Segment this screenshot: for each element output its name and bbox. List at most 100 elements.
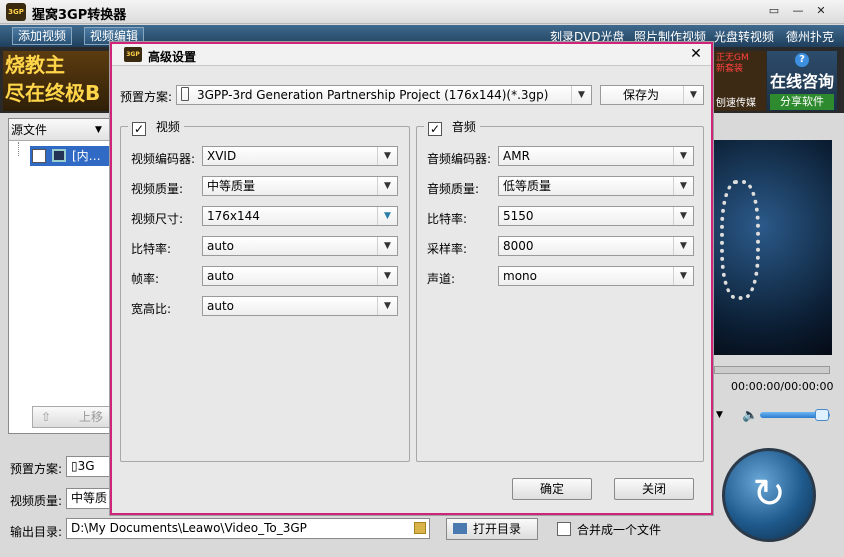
chevron-down-icon: ▼	[673, 177, 693, 195]
chevron-down-icon: ▼	[377, 177, 397, 195]
chevron-down-icon: ▼	[673, 237, 693, 255]
aspect-ratio-value: auto	[207, 299, 235, 313]
volume-knob[interactable]	[815, 409, 829, 421]
save-as-label: 保存为	[623, 88, 660, 102]
ad-right-line2: 新套装	[716, 64, 744, 74]
dialog-close-icon[interactable]: ✕	[688, 46, 704, 62]
video-size-value: 176x144	[207, 209, 260, 223]
maximize-button[interactable]: —	[790, 4, 806, 19]
audio-quality-select[interactable]: 低等质量 ▼	[498, 176, 694, 196]
video-encoder-select[interactable]: XVID ▼	[202, 146, 398, 166]
link-disc-video[interactable]: 光盘转视频	[714, 28, 774, 45]
audio-bitrate-select[interactable]: 5150 ▼	[498, 206, 694, 226]
audio-encoder-label: 音频编码器:	[427, 152, 492, 166]
ok-button[interactable]: 确定	[512, 478, 592, 500]
channel-value: mono	[503, 269, 537, 283]
video-enable-checkbox[interactable]: ✓	[132, 122, 146, 136]
minimize-button[interactable]: ▭	[766, 4, 782, 19]
open-folder-label: 打开目录	[473, 522, 522, 536]
convert-button[interactable]: ↻	[722, 448, 816, 542]
move-up-label: 上移	[79, 410, 104, 424]
preset-label: 预置方案:	[10, 462, 63, 476]
video-encoder-label: 视频编码器:	[131, 152, 196, 166]
merge-checkbox[interactable]	[557, 522, 571, 536]
film-reel-image	[720, 180, 760, 300]
frame-rate-value: auto	[207, 269, 235, 283]
video-quality-label: 视频质量:	[131, 182, 184, 196]
speaker-icon[interactable]: 🔈	[742, 408, 758, 423]
ad-left-line1: 烧教主	[5, 53, 65, 77]
chevron-down-icon: ▼	[377, 207, 397, 225]
audio-bitrate-label: 比特率:	[427, 212, 468, 226]
ad-left-line2: 尽在终极B	[5, 81, 101, 105]
video-bitrate-value: auto	[207, 239, 235, 253]
quality-select[interactable]: 中等质	[66, 488, 110, 509]
film-icon	[52, 149, 66, 162]
video-group-title: 视频	[155, 120, 180, 134]
chevron-down-icon[interactable]: ▼	[716, 410, 723, 420]
chevron-down-icon: ▼	[377, 267, 397, 285]
audio-enable-checkbox[interactable]: ✓	[428, 122, 442, 136]
app-logo-icon: 3GP	[6, 3, 26, 21]
ad-right-line1: 正无GM	[716, 53, 749, 63]
aspect-ratio-select[interactable]: auto ▼	[202, 296, 398, 316]
main-title-bar	[0, 0, 844, 24]
chevron-down-icon: ▼	[673, 147, 693, 165]
video-encoder-value: XVID	[207, 149, 237, 163]
move-up-button[interactable]: ⇧ 上移	[32, 406, 112, 428]
channel-label: 声道:	[427, 272, 456, 286]
time-display: 00:00:00/00:00:00	[731, 380, 834, 393]
frame-rate-label: 帧率:	[131, 272, 160, 286]
video-bitrate-label: 比特率:	[131, 242, 172, 256]
ad-right-bottom: 刨速传媒	[716, 98, 756, 109]
ad-left[interactable]: 烧教主 尽在终极B	[3, 51, 109, 111]
sample-rate-select[interactable]: 8000 ▼	[498, 236, 694, 256]
refresh-icon: ↻	[752, 471, 786, 517]
aspect-ratio-label: 宽高比:	[131, 302, 172, 316]
chevron-down-icon: ▼	[571, 86, 591, 104]
add-video-button[interactable]: 添加视频	[12, 27, 73, 45]
video-bitrate-select[interactable]: auto ▼	[202, 236, 398, 256]
video-size-label: 视频尺寸:	[131, 212, 184, 226]
video-quality-value: 中等质量	[207, 179, 256, 193]
save-as-button[interactable]: 保存为 ▼	[600, 85, 704, 105]
output-path-field[interactable]: D:\My Documents\Leawo\Video_To_3GP	[66, 518, 430, 539]
chevron-down-icon: ▼	[95, 125, 102, 135]
lock-icon	[414, 522, 426, 534]
folder-icon	[453, 523, 467, 534]
video-quality-select[interactable]: 中等质量 ▼	[202, 176, 398, 196]
channel-select[interactable]: mono ▼	[498, 266, 694, 286]
source-item-checkbox[interactable]: ✓	[32, 149, 46, 163]
dialog-logo-icon: 3GP	[124, 47, 142, 62]
quality-label: 视频质量:	[10, 494, 63, 508]
close-window-button[interactable]: ✕	[813, 4, 829, 19]
dialog-close-button[interactable]: 关闭	[614, 478, 694, 500]
phone-icon	[181, 87, 189, 101]
chevron-down-icon: ▼	[377, 297, 397, 315]
arrow-up-icon: ⇧	[41, 410, 52, 424]
consult-title: 在线咨询	[769, 72, 834, 91]
chevron-down-icon: ▼	[673, 207, 693, 225]
output-label: 输出目录:	[10, 525, 63, 539]
chevron-down-icon: ▼	[377, 147, 397, 165]
dialog-preset-label: 预置方案:	[120, 90, 173, 104]
preset-select[interactable]: ▯3G	[66, 456, 110, 477]
dialog-preset-select[interactable]: 3GPP-3rd Generation Partnership Project …	[176, 85, 592, 105]
video-size-select[interactable]: 176x144 ▼	[202, 206, 398, 226]
open-folder-button[interactable]: 打开目录	[446, 518, 538, 540]
link-poker[interactable]: 德州扑克	[786, 28, 834, 45]
share-software-button[interactable]: 分享软件	[770, 94, 834, 110]
sample-rate-value: 8000	[503, 239, 534, 253]
online-consult-panel[interactable]: ? 在线咨询 分享软件	[767, 51, 837, 111]
seek-bar[interactable]	[714, 366, 830, 374]
source-header-label: 源文件	[11, 123, 48, 137]
help-icon: ?	[795, 53, 809, 67]
source-item-row[interactable]: ✓ [内…	[30, 146, 110, 166]
audio-encoder-select[interactable]: AMR ▼	[498, 146, 694, 166]
source-header[interactable]: 源文件 ▼	[9, 119, 111, 141]
frame-rate-select[interactable]: auto ▼	[202, 266, 398, 286]
audio-encoder-value: AMR	[503, 149, 530, 163]
source-item-label: [内…	[72, 149, 101, 163]
ad-right[interactable]: 正无GM 新套装 刨速传媒	[714, 51, 766, 111]
output-path-value: D:\My Documents\Leawo\Video_To_3GP	[71, 521, 307, 535]
